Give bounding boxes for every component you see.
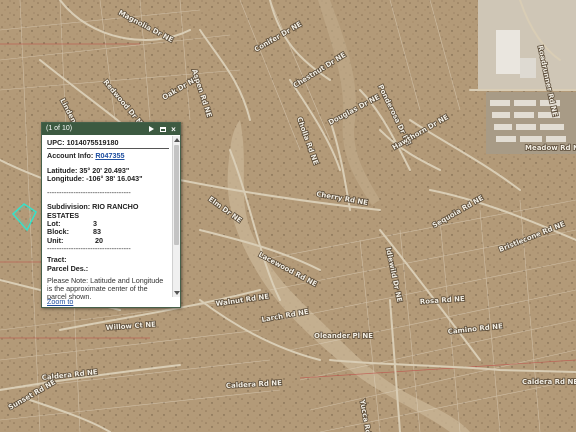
close-button[interactable]: × (170, 124, 177, 134)
scroll-thumb[interactable] (174, 145, 179, 245)
divider (47, 148, 169, 150)
popup-scrollbar[interactable] (172, 136, 180, 297)
play-icon (149, 126, 154, 132)
scroll-up-icon[interactable] (174, 138, 180, 142)
upc-label: UPC: (47, 138, 65, 147)
maximize-icon (159, 126, 166, 132)
parcel-info-popup: (1 of 10) × UPC: 1014075519180 Account I… (41, 122, 181, 308)
account-label: Account Info: (47, 151, 94, 161)
account-row: Account Info: R047355 (47, 152, 168, 160)
subdivision-value-2: ESTATES (47, 210, 80, 220)
block-row: Block: 83 (47, 228, 168, 237)
road-label-meadow-rd: Meadow Rd NE (525, 144, 576, 152)
scroll-down-icon[interactable] (174, 291, 180, 295)
road-label-caldera-rd-3: Caldera Rd NE (522, 378, 576, 386)
longitude-label: Longitude: (47, 173, 85, 183)
developed-area (478, 0, 576, 154)
account-link[interactable]: R047355 (95, 151, 124, 160)
popup-header: (1 of 10) × (42, 123, 180, 135)
road-label-oleander-pl: Oleander Pl NE (314, 332, 373, 340)
parcel-label: Parcel Des.: (47, 263, 89, 273)
subdivision-value-1: RIO RANCHO (92, 202, 139, 212)
separator-2: ----------------------------------- (47, 243, 131, 253)
upc-row: UPC: 1014075519180 (47, 138, 168, 147)
separator-1: ----------------------------------- (47, 188, 131, 198)
longitude-value: -106° 38' 16.043" (86, 173, 143, 183)
popup-counter: (1 of 10) (46, 125, 73, 132)
zoom-to-link[interactable]: Zoom to (47, 297, 73, 306)
longitude-row: Longitude: -106° 38' 16.043" (47, 173, 168, 183)
upc-value: 1014075519180 (66, 138, 119, 147)
maximize-button[interactable] (159, 126, 166, 133)
next-result-button[interactable] (148, 126, 155, 133)
popup-content[interactable]: UPC: 1014075519180 Account Info: R047355… (42, 136, 172, 307)
popup-controls: × (148, 124, 177, 134)
close-icon: × (171, 124, 176, 134)
